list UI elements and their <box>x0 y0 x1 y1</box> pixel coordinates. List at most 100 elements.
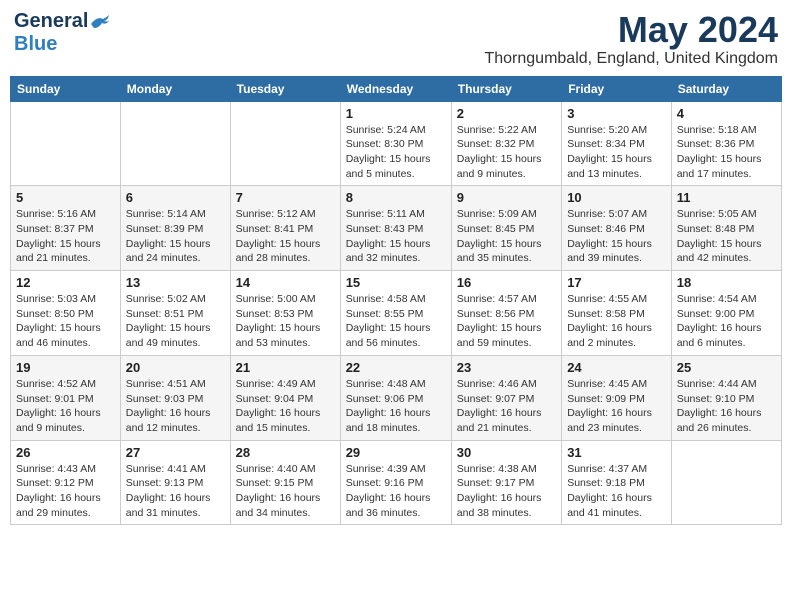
day-info: Sunrise: 4:58 AM Sunset: 8:55 PM Dayligh… <box>346 292 446 351</box>
table-row: 10 Sunrise: 5:07 AM Sunset: 8:46 PM Dayli… <box>562 186 672 271</box>
day-number: 20 <box>126 360 225 375</box>
day-info: Sunrise: 5:00 AM Sunset: 8:53 PM Dayligh… <box>236 292 335 351</box>
day-info: Sunrise: 4:41 AM Sunset: 9:13 PM Dayligh… <box>126 462 225 521</box>
table-row: 28Sunrise: 4:40 AM Sunset: 9:15 PM Dayli… <box>230 440 340 525</box>
table-row: 20Sunrise: 4:51 AM Sunset: 9:03 PM Dayli… <box>120 355 230 440</box>
day-number: 27 <box>126 445 225 460</box>
table-row: 4 Sunrise: 5:18 AM Sunset: 8:36 PM Daylig… <box>671 101 781 186</box>
table-row <box>11 101 121 186</box>
table-row: 24 Sunrise: 4:45 AM Sunset: 9:09 PM Dayli… <box>562 355 672 440</box>
header-tuesday: Tuesday <box>230 76 340 101</box>
table-row <box>671 440 781 525</box>
day-number: 7 <box>236 190 335 205</box>
day-number: 8 <box>346 190 446 205</box>
day-number: 9 <box>457 190 556 205</box>
title-area: May 2024 Thorngumbald, England, United K… <box>484 10 778 68</box>
day-info: Sunrise: 5:22 AM Sunset: 8:32 PM Dayligh… <box>457 123 556 182</box>
table-row <box>120 101 230 186</box>
day-number: 25 <box>677 360 776 375</box>
day-info: Sunrise: 4:52 AM Sunset: 9:01 PM Dayligh… <box>16 377 115 436</box>
calendar-week-row: 1 Sunrise: 5:24 AM Sunset: 8:30 PM Daylig… <box>11 101 782 186</box>
location-subtitle: Thorngumbald, England, United Kingdom <box>484 50 778 68</box>
table-row: 23 Sunrise: 4:46 AM Sunset: 9:07 PM Dayli… <box>451 355 561 440</box>
table-row: 3 Sunrise: 5:20 AM Sunset: 8:34 PM Daylig… <box>562 101 672 186</box>
weekday-header-row: Sunday Monday Tuesday Wednesday Thursday… <box>11 76 782 101</box>
table-row: 2 Sunrise: 5:22 AM Sunset: 8:32 PM Daylig… <box>451 101 561 186</box>
header: General Blue May 2024 Thorngumbald, Engl… <box>10 10 782 68</box>
day-info: Sunrise: 5:03 AM Sunset: 8:50 PM Dayligh… <box>16 292 115 351</box>
table-row: 21Sunrise: 4:49 AM Sunset: 9:04 PM Dayli… <box>230 355 340 440</box>
table-row: 30 Sunrise: 4:38 AM Sunset: 9:17 PM Dayli… <box>451 440 561 525</box>
day-number: 17 <box>567 275 666 290</box>
day-number: 1 <box>346 106 446 121</box>
day-number: 12 <box>16 275 115 290</box>
day-number: 6 <box>126 190 225 205</box>
day-number: 21 <box>236 360 335 375</box>
day-info: Sunrise: 4:57 AM Sunset: 8:56 PM Dayligh… <box>457 292 556 351</box>
day-info: Sunrise: 5:16 AM Sunset: 8:37 PM Dayligh… <box>16 207 115 266</box>
table-row: 22 Sunrise: 4:48 AM Sunset: 9:06 PM Dayli… <box>340 355 451 440</box>
day-info: Sunrise: 4:46 AM Sunset: 9:07 PM Dayligh… <box>457 377 556 436</box>
day-info: Sunrise: 5:02 AM Sunset: 8:51 PM Dayligh… <box>126 292 225 351</box>
table-row: 15Sunrise: 4:58 AM Sunset: 8:55 PM Dayli… <box>340 271 451 356</box>
day-info: Sunrise: 4:55 AM Sunset: 8:58 PM Dayligh… <box>567 292 666 351</box>
calendar-week-row: 19 Sunrise: 4:52 AM Sunset: 9:01 PM Dayli… <box>11 355 782 440</box>
table-row: 16Sunrise: 4:57 AM Sunset: 8:56 PM Dayli… <box>451 271 561 356</box>
table-row: 31 Sunrise: 4:37 AM Sunset: 9:18 PM Dayli… <box>562 440 672 525</box>
table-row: 17 Sunrise: 4:55 AM Sunset: 8:58 PM Dayli… <box>562 271 672 356</box>
day-number: 31 <box>567 445 666 460</box>
day-info: Sunrise: 5:11 AM Sunset: 8:43 PM Dayligh… <box>346 207 446 266</box>
day-number: 13 <box>126 275 225 290</box>
day-info: Sunrise: 4:38 AM Sunset: 9:17 PM Dayligh… <box>457 462 556 521</box>
day-number: 2 <box>457 106 556 121</box>
month-year-title: May 2024 <box>484 10 778 50</box>
logo: General Blue <box>14 10 111 56</box>
day-info: Sunrise: 4:37 AM Sunset: 9:18 PM Dayligh… <box>567 462 666 521</box>
calendar-table: Sunday Monday Tuesday Wednesday Thursday… <box>10 76 782 526</box>
header-sunday: Sunday <box>11 76 121 101</box>
calendar-week-row: 26Sunrise: 4:43 AM Sunset: 9:12 PM Dayli… <box>11 440 782 525</box>
day-info: Sunrise: 4:54 AM Sunset: 9:00 PM Dayligh… <box>677 292 776 351</box>
header-saturday: Saturday <box>671 76 781 101</box>
day-info: Sunrise: 4:39 AM Sunset: 9:16 PM Dayligh… <box>346 462 446 521</box>
day-number: 4 <box>677 106 776 121</box>
day-number: 11 <box>677 190 776 205</box>
day-number: 14 <box>236 275 335 290</box>
table-row: 11 Sunrise: 5:05 AM Sunset: 8:48 PM Dayli… <box>671 186 781 271</box>
table-row: 12 Sunrise: 5:03 AM Sunset: 8:50 PM Dayli… <box>11 271 121 356</box>
table-row: 14 Sunrise: 5:00 AM Sunset: 8:53 PM Dayli… <box>230 271 340 356</box>
table-row: 19 Sunrise: 4:52 AM Sunset: 9:01 PM Dayli… <box>11 355 121 440</box>
day-number: 18 <box>677 275 776 290</box>
table-row: 25Sunrise: 4:44 AM Sunset: 9:10 PM Dayli… <box>671 355 781 440</box>
table-row: 13 Sunrise: 5:02 AM Sunset: 8:51 PM Dayli… <box>120 271 230 356</box>
day-info: Sunrise: 5:07 AM Sunset: 8:46 PM Dayligh… <box>567 207 666 266</box>
day-info: Sunrise: 4:48 AM Sunset: 9:06 PM Dayligh… <box>346 377 446 436</box>
day-number: 30 <box>457 445 556 460</box>
header-friday: Friday <box>562 76 672 101</box>
day-info: Sunrise: 5:14 AM Sunset: 8:39 PM Dayligh… <box>126 207 225 266</box>
day-info: Sunrise: 5:20 AM Sunset: 8:34 PM Dayligh… <box>567 123 666 182</box>
logo-general: General <box>14 10 88 33</box>
table-row: 18 Sunrise: 4:54 AM Sunset: 9:00 PM Dayli… <box>671 271 781 356</box>
day-number: 22 <box>346 360 446 375</box>
calendar-week-row: 12 Sunrise: 5:03 AM Sunset: 8:50 PM Dayli… <box>11 271 782 356</box>
header-thursday: Thursday <box>451 76 561 101</box>
day-info: Sunrise: 4:43 AM Sunset: 9:12 PM Dayligh… <box>16 462 115 521</box>
day-info: Sunrise: 5:05 AM Sunset: 8:48 PM Dayligh… <box>677 207 776 266</box>
day-info: Sunrise: 5:24 AM Sunset: 8:30 PM Dayligh… <box>346 123 446 182</box>
table-row: 26Sunrise: 4:43 AM Sunset: 9:12 PM Dayli… <box>11 440 121 525</box>
header-monday: Monday <box>120 76 230 101</box>
day-number: 23 <box>457 360 556 375</box>
day-number: 3 <box>567 106 666 121</box>
logo-bird-icon <box>89 14 111 30</box>
table-row: 5Sunrise: 5:16 AM Sunset: 8:37 PM Daylig… <box>11 186 121 271</box>
day-number: 10 <box>567 190 666 205</box>
day-number: 24 <box>567 360 666 375</box>
table-row: 1 Sunrise: 5:24 AM Sunset: 8:30 PM Daylig… <box>340 101 451 186</box>
day-info: Sunrise: 5:12 AM Sunset: 8:41 PM Dayligh… <box>236 207 335 266</box>
day-number: 19 <box>16 360 115 375</box>
day-info: Sunrise: 4:40 AM Sunset: 9:15 PM Dayligh… <box>236 462 335 521</box>
table-row <box>230 101 340 186</box>
day-info: Sunrise: 5:18 AM Sunset: 8:36 PM Dayligh… <box>677 123 776 182</box>
day-info: Sunrise: 4:45 AM Sunset: 9:09 PM Dayligh… <box>567 377 666 436</box>
